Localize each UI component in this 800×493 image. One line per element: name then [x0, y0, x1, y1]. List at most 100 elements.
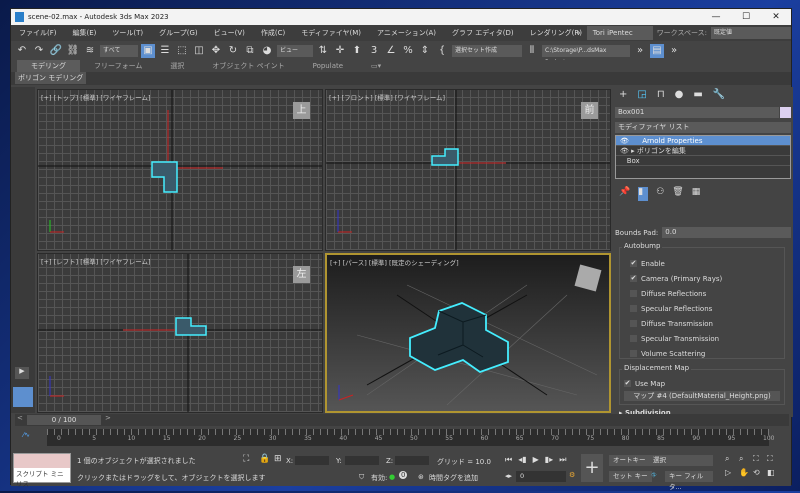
key-filters-button[interactable]: キー フィルタ... [665, 471, 713, 491]
zoom-extents-icon[interactable]: ⛶ [753, 454, 765, 464]
remove-modifier-icon[interactable]: 🗑 [672, 187, 683, 201]
utilities-tab-icon[interactable]: 🔧 [713, 89, 725, 103]
move-icon[interactable]: ✥ [209, 44, 223, 58]
percent-snap-icon[interactable]: % [401, 44, 415, 58]
go-to-end-icon[interactable]: ⏭ [559, 455, 566, 465]
project-path[interactable]: C:\Storage\P...dsMax Project [542, 44, 630, 66]
autobump-checkbox[interactable]: ✔ Camera (Primary Rays) [620, 271, 784, 286]
minimize-button[interactable]: — [703, 9, 729, 25]
viewport-label[interactable]: [+] [パース] [標準] [既定のシェーディング] [330, 257, 459, 267]
toolbar-overflow-icon[interactable]: » [633, 44, 647, 58]
frame-indicator[interactable]: 0 / 100 [27, 415, 101, 425]
pan-icon[interactable]: ✋ [739, 468, 751, 477]
motion-tab-icon[interactable]: ● [675, 89, 684, 103]
mirror-icon[interactable]: ⫴ [525, 44, 539, 58]
orbit-icon[interactable]: ⟲ [753, 468, 765, 477]
autobump-checkbox[interactable]: ✔ Enable [620, 256, 784, 271]
autobump-checkbox[interactable]: Specular Transmission [620, 331, 784, 346]
play-icon[interactable]: ▶ [533, 455, 539, 465]
viewcube[interactable]: 上 [293, 102, 310, 119]
new-key-icon[interactable]: + [581, 454, 603, 482]
user-account[interactable]: Tori iPentec [586, 26, 653, 40]
displacement-map-button[interactable]: マップ #4 (DefaultMaterial_Height.png) [624, 391, 780, 401]
keyboard-shortcut-icon[interactable]: ⬆ [350, 44, 364, 58]
manipulate-icon[interactable]: ✛ [333, 44, 347, 58]
menu-file[interactable]: ファイル(F) [11, 28, 65, 38]
link-icon[interactable]: 🔗 [49, 44, 63, 58]
menu-tools[interactable]: ツール(T) [104, 28, 151, 38]
z-coord-field[interactable] [395, 456, 429, 465]
maxscript-mini-listener[interactable]: スクリプト ミニ リス [13, 453, 71, 488]
menu-edit[interactable]: 編集(E) [65, 28, 105, 38]
undo-icon[interactable]: ↶ [15, 44, 29, 58]
stack-item-arnold[interactable]: 👁 Arnold Properties [616, 136, 790, 146]
prev-key-icon[interactable]: ◂▮ [518, 455, 526, 465]
autobump-checkbox[interactable]: Volume Scattering [620, 346, 784, 361]
isolate-icon[interactable]: ⛶ [243, 454, 249, 464]
viewport-label[interactable]: [+] [フロント] [標準] [ワイヤフレーム] [329, 92, 445, 102]
enabled-indicator[interactable]: ● [389, 473, 395, 481]
ribbon-options-icon[interactable]: ▭▾ [357, 60, 395, 72]
time-slider[interactable]: < 0 / 100 > [15, 414, 789, 426]
y-coord-field[interactable] [345, 456, 379, 465]
create-tab-icon[interactable]: + [619, 89, 627, 103]
rect-selection-icon[interactable]: ⬚ [175, 44, 189, 58]
modifier-list-dropdown[interactable]: モディファイヤ リスト [615, 122, 791, 133]
viewport-top[interactable]: [+] [トップ] [標準] [ワイヤフレーム] 上 [37, 89, 323, 251]
make-unique-icon[interactable]: ⚇ [656, 187, 664, 201]
autobump-checkbox[interactable]: Specular Reflections [620, 301, 784, 316]
ref-coord-select[interactable]: ビュー [277, 44, 313, 57]
viewcube[interactable]: 前 [581, 102, 598, 119]
set-key-button[interactable]: セット キー [609, 471, 652, 482]
scale-icon[interactable]: ⧉ [243, 44, 257, 58]
menu-view[interactable]: ビュー(V) [206, 28, 253, 38]
viewport-label[interactable]: [+] [レフト] [標準] [ワイヤフレーム] [41, 256, 151, 266]
tab-modeling[interactable]: モデリング [17, 60, 80, 72]
tab-object-paint[interactable]: オブジェクト ペイント [198, 60, 298, 72]
placement-icon[interactable]: ◕ [260, 44, 274, 58]
absolute-mode-icon[interactable]: ⊞ [274, 454, 282, 464]
zoom-icon[interactable]: ⌕ [725, 454, 737, 464]
menu-overflow[interactable]: » [570, 29, 586, 37]
lock-selection-icon[interactable]: 🔒 [259, 454, 270, 464]
render-setup-icon[interactable]: ▤ [650, 43, 664, 58]
tab-selection[interactable]: 選択 [156, 60, 198, 72]
tab-freeform[interactable]: フリーフォーム [80, 60, 156, 72]
snap-icon[interactable]: 3 [367, 44, 381, 58]
menu-modifiers[interactable]: モディファイヤ(M) [293, 28, 369, 38]
autobump-checkbox[interactable]: Diffuse Reflections [620, 286, 784, 301]
edit-named-selection-icon[interactable]: { [435, 44, 449, 58]
named-selection-set[interactable]: 選択セット作成 [452, 44, 522, 57]
time-configuration-icon[interactable]: ⚙ [569, 471, 575, 479]
viewport-label[interactable]: [+] [トップ] [標準] [ワイヤフレーム] [41, 92, 151, 102]
close-button[interactable]: ✕ [763, 9, 789, 25]
zoom-all-icon[interactable]: ⌕ [739, 454, 751, 464]
menu-group[interactable]: グループ(G) [151, 28, 205, 38]
stack-item-edit-poly[interactable]: 👁 ▸ ポリゴンを編集 [616, 146, 790, 156]
unlink-icon[interactable]: ⛓ [66, 44, 80, 58]
viewcube[interactable]: 左 [293, 266, 310, 283]
fov-icon[interactable]: ▷ [725, 468, 737, 477]
use-map-checkbox[interactable]: ✔ Use Map [620, 376, 784, 391]
viewport-left[interactable]: [+] [レフト] [標準] [ワイヤフレーム] 左 [37, 253, 323, 413]
object-color-swatch[interactable] [780, 107, 791, 118]
redo-icon[interactable]: ↷ [32, 44, 46, 58]
maximize-viewport-icon[interactable]: ◧ [767, 468, 779, 477]
hierarchy-tab-icon[interactable]: ⊓ [657, 89, 665, 103]
time-config-icon[interactable]: ◂▸ [505, 472, 512, 480]
display-tab-icon[interactable]: ▬ [693, 89, 702, 103]
window-crossing-icon[interactable]: ◫ [192, 44, 206, 58]
angle-snap-icon[interactable]: ∠ [384, 44, 398, 58]
object-name-field[interactable]: Box001 [615, 107, 779, 118]
viewport-front[interactable]: [+] [フロント] [標準] [ワイヤフレーム] 前 [325, 89, 611, 251]
configure-sets-icon[interactable]: ▦ [692, 187, 701, 201]
menu-create[interactable]: 作成(C) [253, 28, 293, 38]
add-time-tag-icon[interactable]: ⊛ [418, 473, 424, 481]
next-frame-icon[interactable]: > [105, 414, 111, 422]
maximize-button[interactable]: ☐ [733, 9, 759, 25]
selection-filter[interactable]: すべて [100, 44, 138, 57]
add-time-tag[interactable]: 時間タグを追加 [429, 473, 478, 483]
modify-tab-icon[interactable]: ◲ [637, 89, 646, 103]
select-by-name-icon[interactable]: ☰ [158, 44, 172, 58]
next-key-icon[interactable]: ▮▸ [545, 455, 553, 465]
